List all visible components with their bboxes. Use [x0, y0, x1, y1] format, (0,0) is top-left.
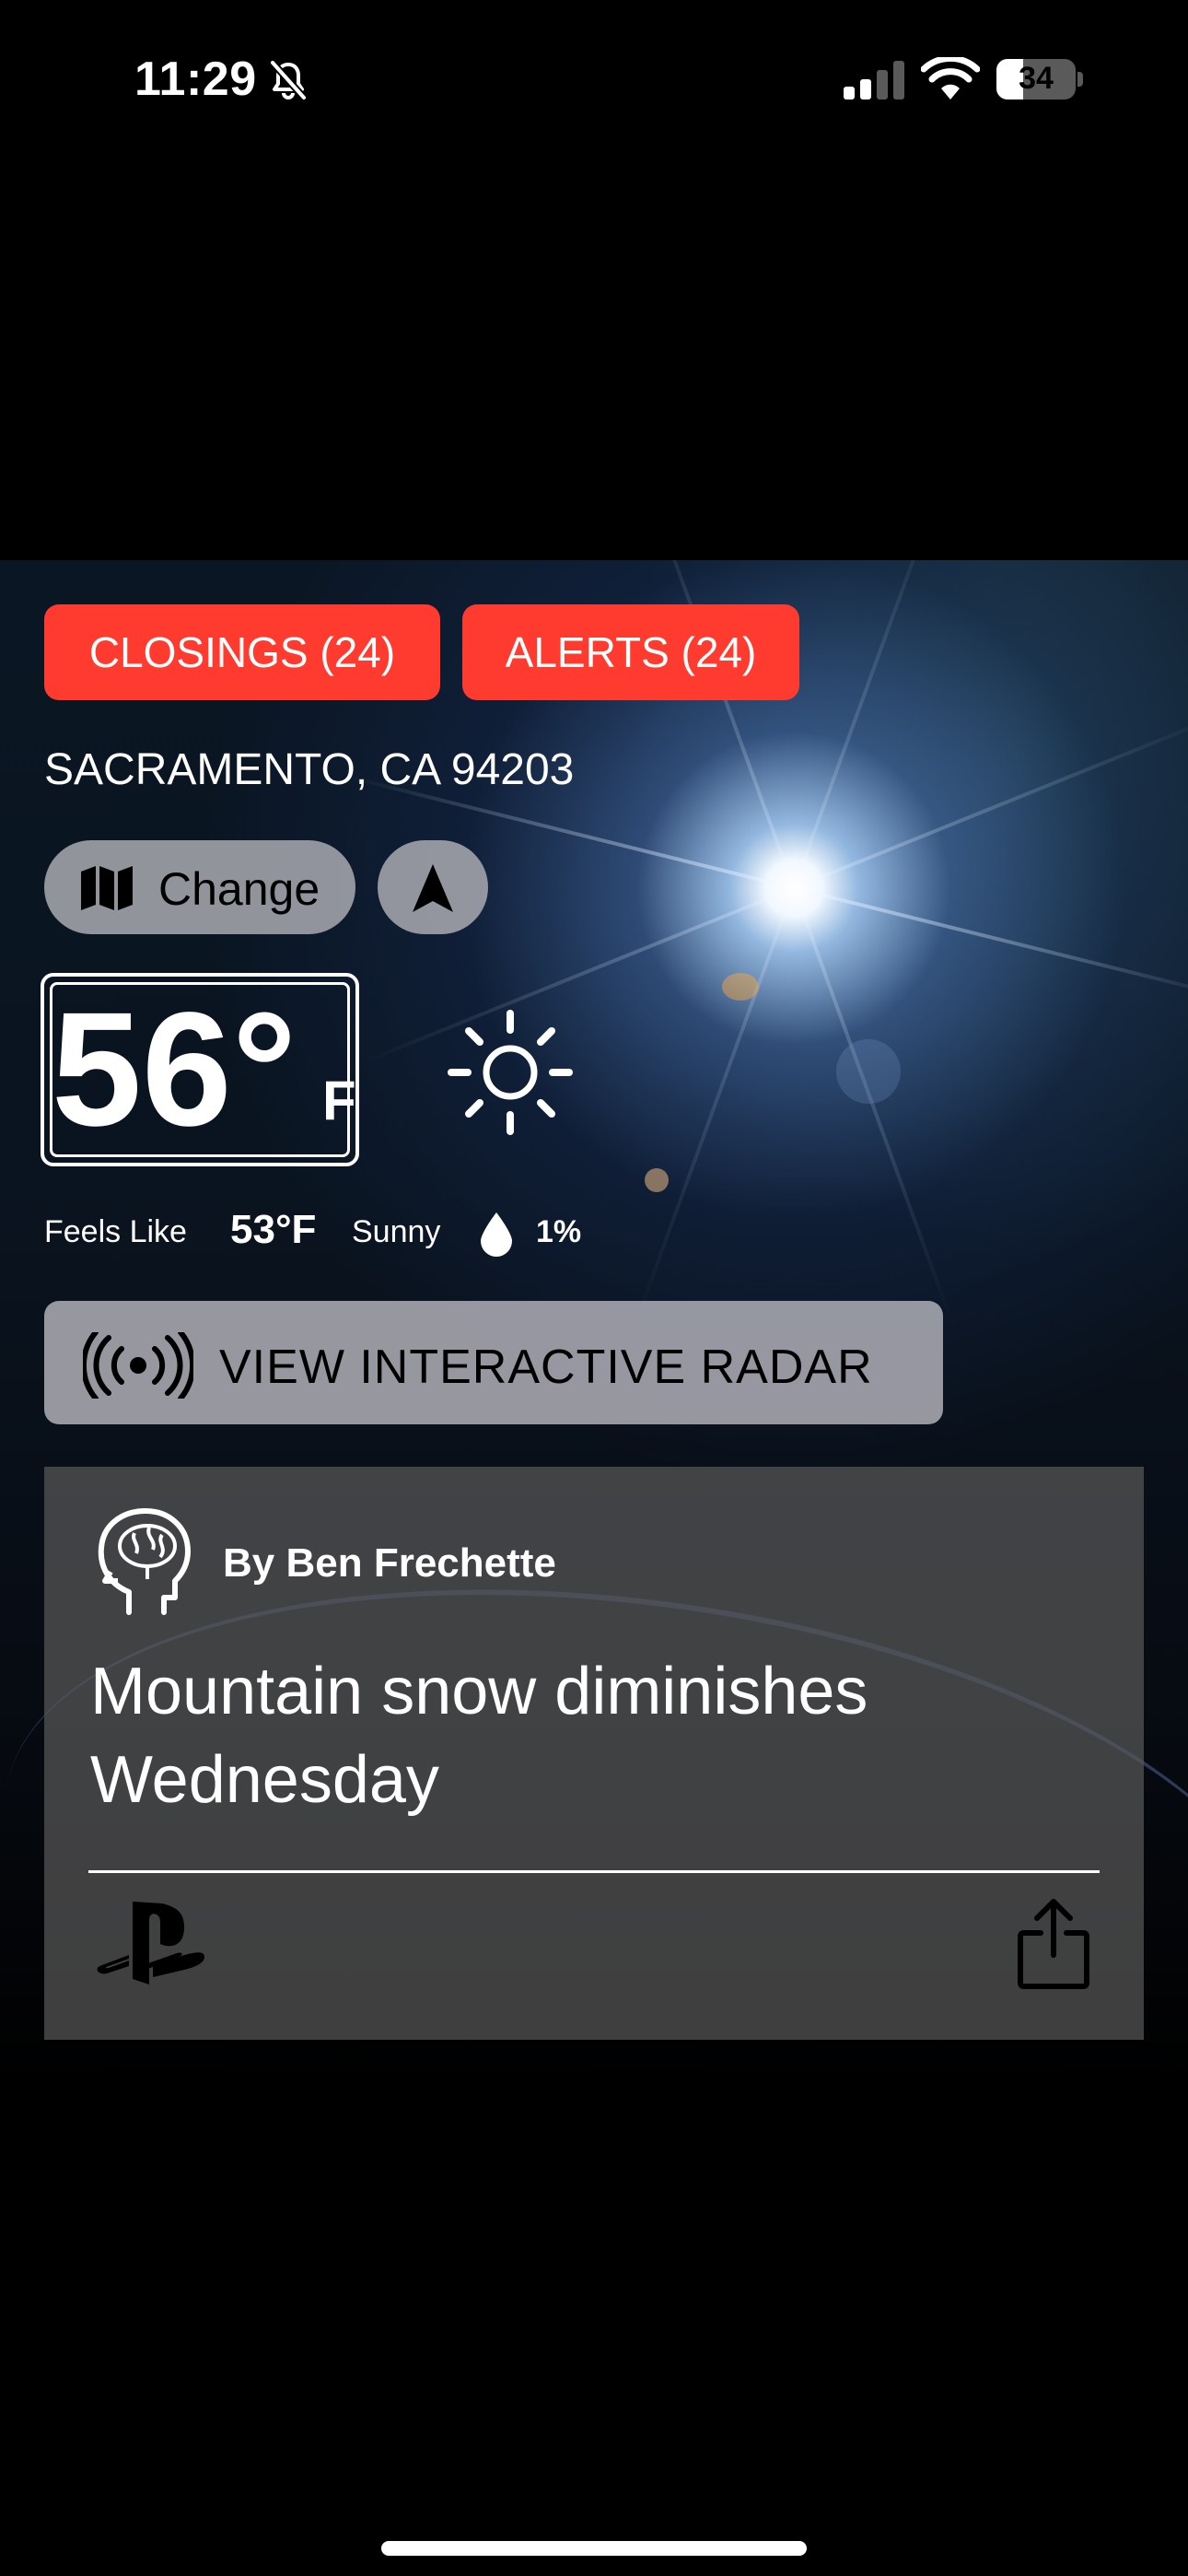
status-time: 11:29 — [134, 53, 257, 106]
change-location-button[interactable]: Change — [44, 840, 355, 934]
view-radar-button[interactable]: VIEW INTERACTIVE RADAR — [44, 1301, 943, 1424]
temperature-value: 56° — [52, 979, 297, 1160]
share-icon[interactable] — [1015, 1896, 1092, 1992]
battery-level: 34 — [1019, 61, 1054, 96]
home-indicator[interactable] — [381, 2541, 807, 2556]
raindrop-icon — [481, 1212, 512, 1257]
status-bar: 11:29 34 — [0, 0, 1188, 157]
playstation-logo-icon — [97, 1902, 204, 1985]
condition-label: Sunny — [352, 1214, 441, 1249]
temperature-unit: F — [322, 1070, 356, 1131]
feels-like-label: Feels Like — [44, 1214, 187, 1249]
sun-icon — [448, 1010, 573, 1135]
brain-head-icon — [98, 1508, 191, 1615]
forecast-article-card[interactable]: By Ben Frechette Mountain snow diminishe… — [44, 1467, 1144, 2040]
article-headline[interactable]: Mountain snow diminishes Wednesday — [90, 1647, 1085, 1824]
battery-icon: 34 — [996, 59, 1083, 100]
map-icon — [81, 866, 133, 910]
radar-broadcast-icon — [83, 1332, 193, 1399]
alerts-button[interactable]: ALERTS (24) — [462, 604, 799, 700]
change-label: Change — [158, 863, 320, 915]
article-author: By Ben Frechette — [223, 1540, 556, 1586]
card-divider — [88, 1870, 1100, 1873]
precipitation-value: 1% — [536, 1214, 582, 1249]
closings-button[interactable]: CLOSINGS (24) — [44, 604, 440, 700]
wifi-icon — [921, 57, 980, 100]
radar-label: VIEW INTERACTIVE RADAR — [219, 1341, 873, 1394]
bell-slash-icon — [270, 60, 307, 100]
location-arrow-icon — [413, 864, 453, 912]
location-label: SACRAMENTO, CA 94203 — [44, 745, 575, 794]
current-location-button[interactable] — [378, 840, 488, 934]
feels-like-value: 53°F — [230, 1207, 317, 1252]
temperature-display: 56° F — [41, 973, 359, 1166]
cellular-signal-icon — [844, 61, 904, 100]
